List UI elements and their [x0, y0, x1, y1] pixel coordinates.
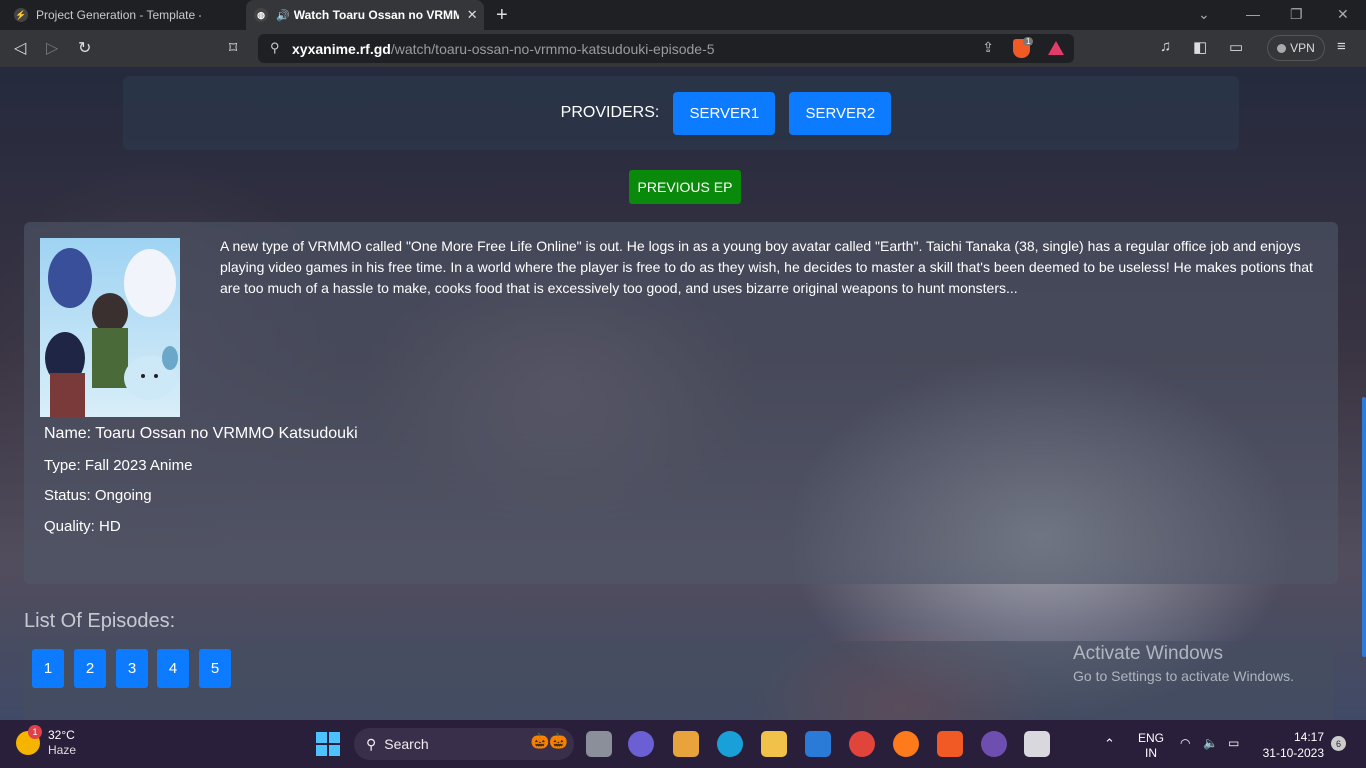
- region-code: IN: [1145, 746, 1157, 760]
- vpn-button[interactable]: VPN: [1267, 35, 1325, 61]
- site-info-icon[interactable]: ⚲: [270, 40, 280, 56]
- github-icon[interactable]: [981, 731, 1007, 757]
- file-explorer-icon[interactable]: [761, 731, 787, 757]
- vpn-label: VPN: [1290, 41, 1315, 55]
- providers-panel: PROVIDERS: SERVER1 SERVER2: [123, 76, 1239, 150]
- episode-button[interactable]: 4: [157, 649, 189, 688]
- tab-watch-anime[interactable]: ◍ 🔊 Watch Toaru Ossan no VRMMO Katsudouk…: [246, 0, 484, 30]
- url-host: xyxanime.rf.gd: [292, 40, 391, 57]
- notification-count[interactable]: 6: [1331, 736, 1346, 751]
- wallet-icon[interactable]: ▭: [1229, 38, 1243, 56]
- taskbar-search[interactable]: ⚲ Search 🎃🎃: [354, 728, 574, 760]
- clock-time: 14:17: [1293, 730, 1324, 744]
- halloween-pumpkins-icon: 🎃🎃: [530, 733, 568, 750]
- anime-quality: Quality: HD: [44, 518, 121, 535]
- vpn-status-icon: [1277, 43, 1287, 53]
- close-window-button[interactable]: ✕: [1337, 6, 1349, 23]
- search-icon: ⚲: [366, 735, 377, 752]
- battery-icon[interactable]: ▭: [1228, 736, 1239, 751]
- shield-count: 1: [1023, 37, 1034, 46]
- watermark-title: Activate Windows: [1073, 643, 1223, 664]
- address-toolbar: ◁ ▷ ↻ ⌑ ⚲ xyxanime.rf.gd/watch/toaru-oss…: [0, 30, 1366, 67]
- anime-status: Status: Ongoing: [44, 487, 152, 504]
- episode-list-title: List Of Episodes:: [24, 610, 176, 632]
- activate-windows-watermark: Activate Windows Go to Settings to activ…: [1073, 643, 1294, 684]
- windows-taskbar: 1 32°C Haze ⚲ Search 🎃🎃 ⌃ ENG IN ◠ 🔈 ▭ 1…: [0, 720, 1366, 768]
- mail-icon[interactable]: [805, 731, 831, 757]
- minimize-button[interactable]: —: [1246, 6, 1260, 22]
- reload-button[interactable]: ↻: [78, 38, 91, 58]
- anime-synopsis: A new type of VRMMO called "One More Fre…: [220, 238, 1313, 296]
- brave-icon[interactable]: [937, 731, 963, 757]
- episode-button[interactable]: 2: [74, 649, 106, 688]
- clock-date: 31-10-2023: [1262, 746, 1324, 760]
- tab-search-icon[interactable]: ⌄: [1198, 6, 1210, 23]
- anime-poster: [40, 238, 180, 417]
- chrome-icon[interactable]: [849, 731, 875, 757]
- language-code: ENG: [1138, 731, 1165, 745]
- store-app-icon[interactable]: [673, 731, 699, 757]
- meet-icon[interactable]: [628, 731, 654, 757]
- tab-fastapi[interactable]: ⚡ Project Generation - Template - FastAP…: [0, 0, 244, 30]
- url-path: /watch/toaru-ossan-no-vrmmo-katsudouki-e…: [390, 40, 715, 57]
- weather-widget[interactable]: 1 32°C Haze: [16, 725, 77, 758]
- url-field[interactable]: ⚲ xyxanime.rf.gd/watch/toaru-ossan-no-vr…: [258, 34, 1074, 63]
- media-icon[interactable]: ♫: [1160, 38, 1171, 55]
- episode-button[interactable]: 5: [199, 649, 231, 688]
- windows-start-icon[interactable]: [316, 732, 340, 756]
- weather-badge: 1: [28, 725, 42, 739]
- share-icon[interactable]: ⇪: [982, 39, 994, 56]
- snipping-tool-icon[interactable]: [1024, 731, 1050, 757]
- firefox-icon[interactable]: [893, 731, 919, 757]
- bookmark-icon[interactable]: ⌑: [229, 38, 237, 58]
- sidebar-icon[interactable]: ◧: [1193, 38, 1207, 56]
- show-hidden-icons-chevron-up-icon[interactable]: ⌃: [1104, 736, 1115, 751]
- weather-temp: 32°C: [48, 728, 75, 742]
- back-button[interactable]: ◁: [14, 38, 26, 58]
- anime-info-card: A new type of VRMMO called "One More Fre…: [24, 222, 1338, 584]
- new-tab-button[interactable]: +: [496, 4, 508, 27]
- episode-button[interactable]: 3: [116, 649, 148, 688]
- watermark-subtitle: Go to Settings to activate Windows.: [1073, 668, 1294, 684]
- edge-icon[interactable]: [717, 731, 743, 757]
- brave-shields-icon[interactable]: 1: [1013, 37, 1034, 58]
- brave-rewards-icon[interactable]: [1048, 41, 1064, 55]
- weather-condition: Haze: [48, 743, 77, 757]
- close-tab-icon[interactable]: ✕: [467, 7, 478, 23]
- language-indicator[interactable]: ENG IN: [1138, 731, 1164, 761]
- providers-label: PROVIDERS:: [560, 104, 660, 121]
- menu-icon[interactable]: ≡: [1337, 38, 1346, 55]
- volume-icon[interactable]: 🔈: [1203, 736, 1218, 751]
- search-label: Search: [384, 736, 429, 752]
- tab-title: Watch Toaru Ossan no VRMMO Katsudouki: [293, 8, 459, 22]
- globe-favicon-icon: ◍: [254, 8, 268, 22]
- server1-button[interactable]: SERVER1: [673, 91, 776, 135]
- anime-name: Name: Toaru Ossan no VRMMO Katsudouki: [44, 425, 358, 442]
- page-scrollbar[interactable]: [1360, 67, 1366, 720]
- previous-episode-button[interactable]: PREVIOUS EP: [629, 170, 741, 204]
- restore-button[interactable]: ❐: [1290, 6, 1303, 23]
- forward-button[interactable]: ▷: [46, 38, 58, 58]
- weather-sun-icon: 1: [16, 725, 42, 755]
- page-content: PROVIDERS: SERVER1 SERVER2 PREVIOUS EP A…: [0, 67, 1366, 720]
- wifi-icon[interactable]: ◠: [1180, 736, 1190, 751]
- tab-title: Project Generation - Template - FastAPI: [36, 8, 201, 22]
- speaker-icon[interactable]: 🔊: [276, 9, 290, 22]
- episode-button[interactable]: 1: [32, 649, 64, 688]
- fastapi-favicon-icon: ⚡: [14, 8, 28, 22]
- tab-bar: ⚡ Project Generation - Template - FastAP…: [0, 0, 1366, 30]
- server2-button[interactable]: SERVER2: [789, 91, 892, 135]
- anime-type: Type: Fall 2023 Anime: [44, 457, 193, 474]
- system-clock[interactable]: 14:17 31-10-2023: [1256, 729, 1324, 761]
- task-view-icon[interactable]: [586, 731, 612, 757]
- scrollbar-thumb[interactable]: [1362, 397, 1366, 657]
